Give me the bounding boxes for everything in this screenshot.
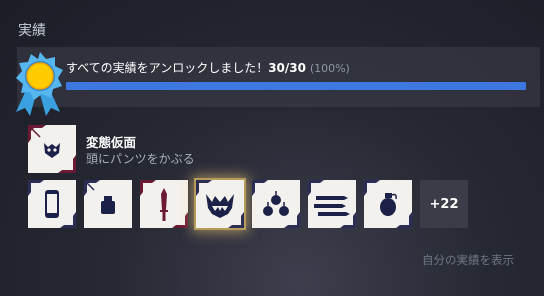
featured-achievement-icon[interactable] — [28, 125, 76, 173]
achievement-badge[interactable] — [140, 180, 188, 228]
mask-icon — [28, 125, 76, 173]
view-my-achievements-link[interactable]: 自分の実績を表示 — [422, 252, 514, 268]
achievements-section-title: 実績 — [18, 23, 46, 39]
achievement-badge[interactable] — [84, 180, 132, 228]
medal-icon — [16, 52, 63, 116]
featured-achievement-name: 変態仮面 — [86, 135, 137, 150]
grenade-icon — [364, 180, 412, 228]
knife-icon — [140, 180, 188, 228]
blades-icon — [308, 180, 356, 228]
progress-bar-fill — [66, 82, 526, 90]
featured-achievement-description: 頭にパンツをかぶる — [86, 152, 195, 166]
phone-icon — [28, 180, 76, 228]
achievement-badge-selected[interactable] — [196, 180, 244, 228]
fanged-mouth-icon — [196, 180, 244, 228]
progress-text: すべての実績をアンロックしました！30/30 (100%) — [66, 59, 350, 76]
progress-panel — [17, 47, 540, 107]
progress-count: 30/30 — [268, 61, 306, 75]
more-achievements-button[interactable]: +22 — [420, 180, 468, 228]
achievement-badge[interactable] — [28, 180, 76, 228]
achievement-badge[interactable] — [364, 180, 412, 228]
progress-message: すべての実績をアンロックしました！ — [66, 61, 269, 75]
bomb-cluster-icon — [252, 180, 300, 228]
progress-bar — [66, 82, 526, 90]
bottle-icon — [84, 180, 115, 214]
progress-percent: (100%) — [309, 62, 350, 75]
achievement-badge[interactable] — [252, 180, 300, 228]
achievement-badge[interactable] — [308, 180, 356, 228]
